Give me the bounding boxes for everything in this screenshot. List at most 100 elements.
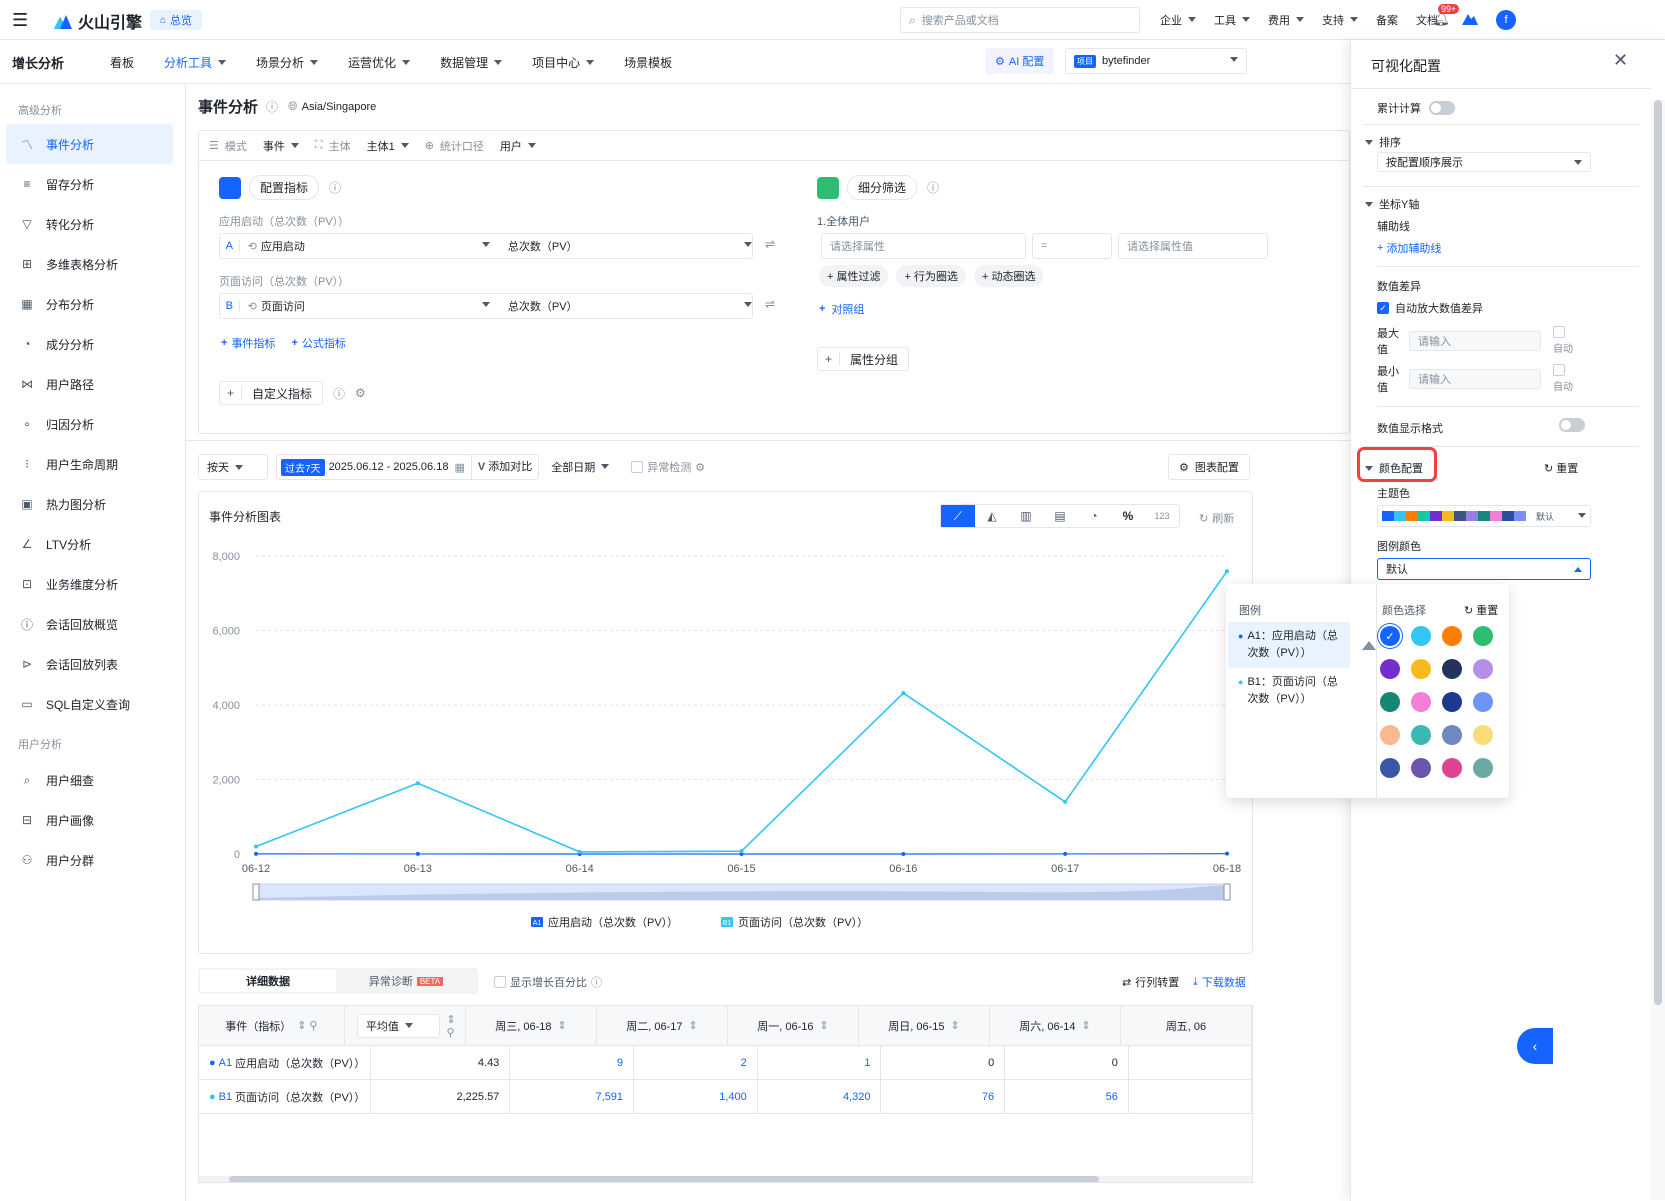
sidebar-item-attribution[interactable]: ∘ 归因分析 bbox=[0, 404, 185, 444]
row-cell[interactable]: 4,320 bbox=[758, 1079, 882, 1114]
info-icon[interactable]: ⓘ bbox=[329, 179, 341, 196]
row-cell[interactable]: 1 bbox=[758, 1045, 882, 1080]
custom-metric-button[interactable]: + 自定义指标 bbox=[219, 381, 324, 405]
legend-color-select[interactable]: 默认 bbox=[1377, 558, 1591, 580]
data-point[interactable] bbox=[577, 849, 582, 854]
yaxis-section[interactable]: 坐标Y轴 bbox=[1365, 196, 1419, 212]
color-swatch[interactable] bbox=[1380, 758, 1400, 778]
sidebar-item-user-segment[interactable]: ⚇ 用户分群 bbox=[0, 840, 185, 880]
color-swatch[interactable]: ✓ bbox=[1380, 626, 1400, 646]
nav-scenario-analysis[interactable]: 场景分析 bbox=[256, 54, 318, 71]
dynamic-select-button[interactable]: + 动态圈选 bbox=[973, 265, 1044, 287]
info-icon[interactable]: ⓘ bbox=[266, 98, 278, 115]
row-cell[interactable]: 2 bbox=[634, 1045, 758, 1080]
mode-select[interactable]: 事件 bbox=[263, 138, 299, 154]
color-swatch[interactable] bbox=[1473, 692, 1493, 712]
data-point[interactable] bbox=[901, 851, 906, 856]
color-reset[interactable]: ↻ 重置 bbox=[1544, 460, 1578, 476]
sidebar-item-user-lookup[interactable]: ⌕ 用户细查 bbox=[0, 760, 185, 800]
attr-group-button[interactable]: + 属性分组 bbox=[817, 347, 910, 371]
sidebar-item-retention[interactable]: ≡ 留存分析 bbox=[0, 164, 185, 204]
add-event-metric[interactable]: 事件指标 bbox=[231, 335, 275, 351]
legend-item[interactable]: ● A1：应用启动（总次数（PV）） bbox=[1228, 622, 1350, 668]
mountain-icon[interactable] bbox=[1462, 11, 1478, 25]
col-date[interactable]: 周六, 06-14 ⇕ bbox=[990, 1006, 1121, 1046]
color-swatch[interactable] bbox=[1380, 659, 1400, 679]
sort-section[interactable]: 排序 bbox=[1365, 134, 1401, 150]
ai-config-button[interactable]: ⚙ AI 配置 bbox=[985, 48, 1055, 74]
sidebar-item-multi-table[interactable]: ⊞ 多维表格分析 bbox=[0, 244, 185, 284]
legend-label[interactable]: 应用启动（总次数（PV）） bbox=[548, 915, 678, 929]
panel-scrollbar[interactable] bbox=[1651, 100, 1665, 1200]
color-swatch[interactable] bbox=[1442, 758, 1462, 778]
zoom-handle[interactable] bbox=[252, 883, 260, 901]
metric-a-row[interactable]: A ⟲ 应用启动 总次数（PV） bbox=[219, 233, 753, 259]
color-swatch[interactable] bbox=[1380, 725, 1400, 745]
min-input[interactable]: 请输入 bbox=[1409, 369, 1541, 389]
tab-anomaly-diagnosis[interactable]: 异常诊断 BETA bbox=[336, 970, 476, 992]
add-formula-metric[interactable]: 公式指标 bbox=[302, 335, 346, 351]
data-point[interactable] bbox=[901, 691, 906, 696]
color-section[interactable]: 颜色配置 bbox=[1365, 460, 1423, 476]
filter-settings-icon[interactable]: ⇌ bbox=[765, 237, 775, 251]
sidebar-item-conversion[interactable]: ▽ 转化分析 bbox=[0, 204, 185, 244]
sidebar-item-event[interactable]: 〽事件分析 bbox=[6, 124, 173, 164]
sidebar-item-sql-query[interactable]: ▭ SQL自定义查询 bbox=[0, 684, 185, 724]
anomaly-toggle[interactable]: 异常检测 ⚙ bbox=[631, 459, 705, 475]
close-icon[interactable]: ✕ bbox=[1613, 50, 1628, 71]
metric-b-row[interactable]: B ⟲ 页面访问 总次数（PV） bbox=[219, 293, 753, 319]
max-input[interactable]: 请输入 bbox=[1409, 331, 1541, 351]
menu-enterprise[interactable]: 企业 bbox=[1160, 12, 1196, 28]
metric-b-measure[interactable]: 总次数（PV） bbox=[508, 298, 738, 314]
behavior-select-button[interactable]: + 行为圈选 bbox=[896, 265, 966, 287]
growth-checkbox[interactable] bbox=[494, 976, 506, 988]
data-point[interactable] bbox=[739, 849, 744, 854]
attr-value-select[interactable]: 请选择属性值 bbox=[1118, 233, 1268, 259]
line-chart-icon[interactable]: ⟋ bbox=[941, 505, 975, 527]
nav-dashboard[interactable]: 看板 bbox=[110, 54, 134, 71]
legend-item[interactable]: ● B1：页面访问（总次数（PV）） bbox=[1228, 668, 1350, 714]
caliber-select[interactable]: 用户 bbox=[500, 138, 536, 154]
attr-filter-button[interactable]: + 属性过滤 bbox=[819, 265, 889, 287]
sidebar-item-composition[interactable]: ◔ 成分分析 bbox=[0, 324, 185, 364]
date-type-select[interactable]: 全部日期 bbox=[551, 459, 609, 475]
theme-select[interactable]: 默认 bbox=[1377, 505, 1591, 527]
row-cell[interactable]: 76 bbox=[881, 1079, 1006, 1114]
color-swatch[interactable] bbox=[1473, 725, 1493, 745]
sidebar-item-heatmap[interactable]: ▣ 热力图分析 bbox=[0, 484, 185, 524]
color-swatch[interactable] bbox=[1442, 692, 1462, 712]
legend-label[interactable]: 页面访问（总次数（PV）） bbox=[738, 915, 868, 929]
row-cell[interactable]: 1,400 bbox=[634, 1079, 758, 1114]
data-point[interactable] bbox=[1063, 799, 1068, 804]
data-point[interactable] bbox=[1225, 569, 1229, 574]
row-cell[interactable]: 9 bbox=[510, 1045, 635, 1080]
granularity-select[interactable]: 按天 bbox=[198, 454, 268, 480]
project-selector[interactable]: 项目 bytefinder bbox=[1065, 48, 1247, 74]
nav-scenario-templates[interactable]: 场景模板 bbox=[624, 54, 672, 71]
tab-detail-data[interactable]: 详细数据 bbox=[200, 970, 336, 992]
sidebar-item-lifecycle[interactable]: ⁝ 用户生命周期 bbox=[0, 444, 185, 484]
global-search[interactable]: ⌕ 搜索产品或文档 bbox=[900, 7, 1140, 33]
metric-a-event[interactable]: 应用启动 bbox=[261, 238, 476, 254]
color-swatch[interactable] bbox=[1442, 626, 1462, 646]
data-point[interactable] bbox=[254, 844, 258, 849]
operator-select[interactable]: = bbox=[1032, 233, 1112, 259]
menu-billing[interactable]: 费用 bbox=[1268, 12, 1304, 28]
popup-reset[interactable]: ↻ 重置 bbox=[1464, 602, 1498, 618]
sidebar-item-replay-list[interactable]: ⊳ 会话回放列表 bbox=[0, 644, 185, 684]
filter-settings-icon[interactable]: ⇌ bbox=[765, 297, 775, 311]
sidebar-item-ltv[interactable]: ∠ LTV分析 bbox=[0, 524, 185, 564]
info-icon[interactable]: ⓘ bbox=[927, 179, 939, 196]
refresh-button[interactable]: ↻ 刷新 bbox=[1199, 510, 1234, 526]
color-swatch[interactable] bbox=[1411, 692, 1431, 712]
data-point[interactable] bbox=[415, 851, 420, 856]
menu-icon[interactable]: ☰ bbox=[12, 10, 28, 31]
color-swatch[interactable] bbox=[1411, 758, 1431, 778]
sort-select[interactable]: 按配置顺序展示 bbox=[1377, 152, 1591, 172]
metric-b-event[interactable]: 页面访问 bbox=[261, 298, 476, 314]
color-swatch[interactable] bbox=[1411, 725, 1431, 745]
anomaly-checkbox[interactable] bbox=[631, 461, 644, 473]
chart-config-button[interactable]: ⚙ 图表配置 bbox=[1168, 454, 1250, 480]
scroll-up-icon[interactable] bbox=[1362, 634, 1376, 650]
date-range-picker[interactable]: 过去7天 2025.06.12 - 2025.06.18 ▦ V 添加对比 bbox=[276, 454, 540, 480]
